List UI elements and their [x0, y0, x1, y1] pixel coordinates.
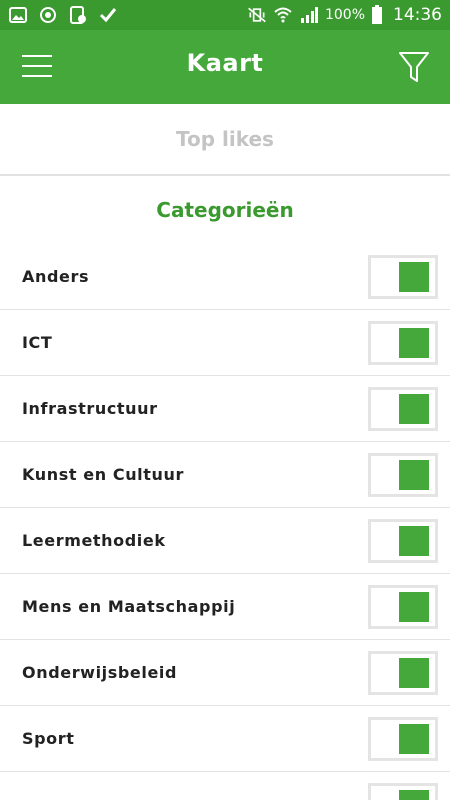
category-label: Kunst en Cultuur — [22, 465, 184, 484]
category-checkbox[interactable] — [368, 651, 438, 695]
category-checkbox[interactable] — [368, 387, 438, 431]
category-list: Anders ICT Infrastructuur Kunst en Cultu… — [0, 244, 450, 800]
battery-icon — [372, 5, 382, 24]
screen: 100% 14:36 Kaart Top likes Categorieën A… — [0, 0, 450, 800]
status-bar-right: 100% 14:36 — [247, 5, 442, 25]
category-row-leermethodiek[interactable]: Leermethodiek — [0, 508, 450, 574]
category-label: Anders — [22, 267, 90, 286]
category-checkbox[interactable] — [368, 453, 438, 497]
category-label: Infrastructuur — [22, 399, 158, 418]
filter-funnel-icon[interactable] — [398, 50, 430, 84]
status-bar-left — [8, 5, 118, 25]
app-bar: Kaart — [0, 30, 450, 104]
category-label: Mens en Maatschappij — [22, 597, 236, 616]
category-row-onderwijsbeleid[interactable]: Onderwijsbeleid — [0, 640, 450, 706]
checkbox-checked-fill — [399, 658, 429, 688]
signal-icon — [300, 7, 318, 23]
sync-icon — [40, 7, 56, 23]
category-checkbox[interactable] — [368, 255, 438, 299]
checkbox-checked-fill — [399, 262, 429, 292]
category-label: Sport — [22, 729, 75, 748]
category-row-partial[interactable] — [0, 772, 450, 800]
category-label: Leermethodiek — [22, 531, 166, 550]
status-time: 14:36 — [393, 5, 442, 25]
category-row-anders[interactable]: Anders — [0, 244, 450, 310]
category-row-ict[interactable]: ICT — [0, 310, 450, 376]
gallery-icon — [9, 7, 27, 23]
checkbox-checked-fill — [399, 790, 429, 800]
categories-heading: Categorieën — [156, 198, 294, 222]
checkbox-checked-fill — [399, 526, 429, 556]
category-row-sport[interactable]: Sport — [0, 706, 450, 772]
page-title: Kaart — [186, 49, 264, 77]
checkbox-checked-fill — [399, 592, 429, 622]
category-label: Onderwijsbeleid — [22, 663, 178, 682]
checkbox-checked-fill — [399, 724, 429, 754]
category-checkbox[interactable] — [368, 783, 438, 800]
category-row-infrastructuur[interactable]: Infrastructuur — [0, 376, 450, 442]
check-icon — [99, 8, 117, 23]
category-label: ICT — [22, 333, 53, 352]
category-checkbox[interactable] — [368, 585, 438, 629]
category-row-kunst-en-cultuur[interactable]: Kunst en Cultuur — [0, 442, 450, 508]
category-checkbox[interactable] — [368, 717, 438, 761]
category-checkbox[interactable] — [368, 519, 438, 563]
category-checkbox[interactable] — [368, 321, 438, 365]
checkbox-checked-fill — [399, 460, 429, 490]
mute-vibrate-icon — [248, 7, 266, 23]
category-row-mens-en-maatschappij[interactable]: Mens en Maatschappij — [0, 574, 450, 640]
checkbox-checked-fill — [399, 328, 429, 358]
battery-percent: 100% — [324, 7, 365, 23]
status-bar: 100% 14:36 — [0, 0, 450, 30]
section-divider — [0, 174, 450, 176]
screenshot-icon — [70, 6, 86, 24]
checkbox-checked-fill — [399, 394, 429, 424]
wifi-icon — [274, 7, 292, 23]
top-likes-button[interactable]: Top likes — [0, 104, 450, 174]
